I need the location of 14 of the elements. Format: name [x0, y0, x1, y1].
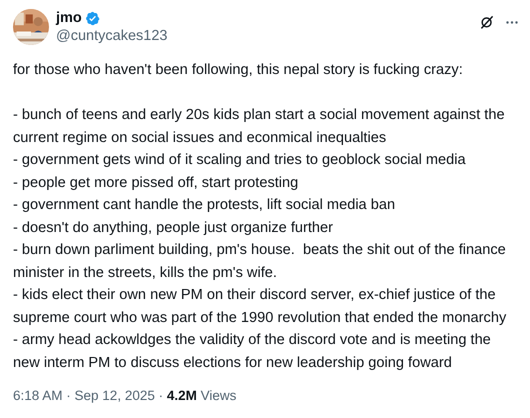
tweet-text: for those who haven't been following, this nepal story is fucking crazy:: [13, 61, 464, 80]
tweet-text: - burn down parliment building, pm's house. beats the shit out of the finance minister in the streets, kills the pm's wife.: [13, 241, 507, 282]
tweet-meta: 6:18 AM · Sep 12, 2025 · 4.2M Views: [13, 388, 238, 403]
author-handle[interactable]: @cuntycakes123: [56, 27, 479, 45]
tweet-text: - doesn't do anything, people just organize further: [13, 218, 334, 238]
slashed-circle-icon[interactable]: [479, 14, 495, 30]
more-icon[interactable]: [506, 20, 518, 24]
tweet-text: - people get more pissed off, start protesting: [13, 174, 300, 192]
tweet-text: - kids elect their own new PM on their discord server, ex-chief justice of the supreme court who was part of the 1990 revolution that ended the monarchy: [13, 286, 508, 328]
tweet-text: - army head ackowldges the validity of the discord vote and is meeting the new interm PM to discuss elections for new leadership going foward: [13, 331, 492, 372]
tweet-text: - government cant handle the protests, lift social media ban: [13, 196, 396, 215]
tweet-text: - bunch of teens and early 20s kids plan start a social movement against the current regime on social issues and econmical inequalties: [13, 106, 506, 148]
author-name[interactable]: jmo: [56, 9, 82, 27]
tweet-text: - government gets wind of it scaling and tries to geoblock social media: [13, 151, 467, 170]
